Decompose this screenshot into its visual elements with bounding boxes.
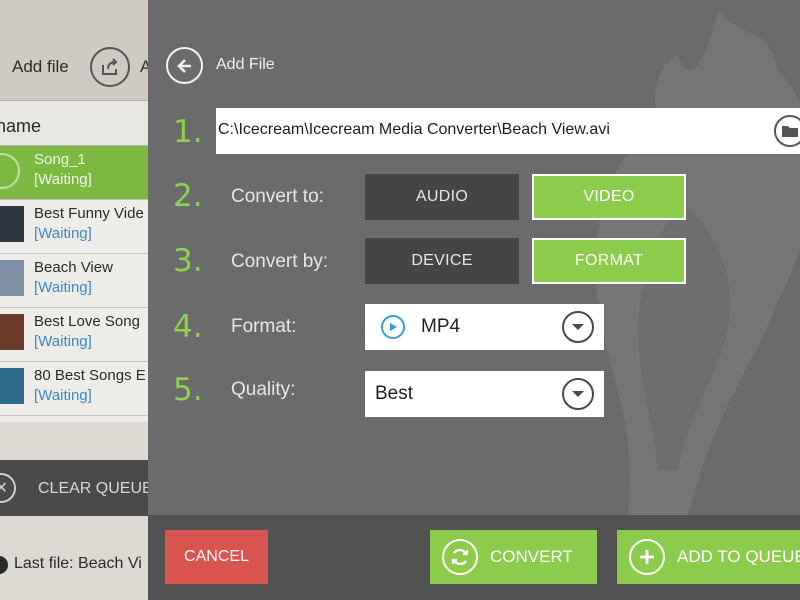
- list-item[interactable]: Best Funny Vide [Waiting]: [0, 200, 148, 254]
- close-icon: ✕: [0, 473, 16, 503]
- refresh-icon: [442, 539, 478, 575]
- file-status: [Waiting]: [34, 171, 92, 188]
- step-number-2: 2.: [173, 178, 203, 214]
- file-name: Best Funny Vide: [34, 205, 144, 222]
- file-status: [Waiting]: [34, 225, 92, 242]
- clear-queue-button[interactable]: ✕ CLEAR QUEUE: [0, 460, 148, 516]
- convert-by-device-button[interactable]: DEVICE: [365, 238, 519, 284]
- folder-icon: [782, 126, 798, 137]
- convert-by-format-button[interactable]: FORMAT: [532, 238, 686, 284]
- list-item[interactable]: Best Love Song [Waiting]: [0, 308, 148, 362]
- file-status: [Waiting]: [34, 387, 92, 404]
- chevron-down-icon[interactable]: [562, 311, 594, 343]
- list-item[interactable]: Song_1 [Waiting]: [0, 146, 148, 200]
- video-thumbnail: [0, 314, 24, 350]
- format-label: Format:: [231, 316, 297, 337]
- last-file-text: Last file: Beach Vi: [14, 555, 142, 572]
- dialog-title: Add File: [216, 56, 275, 73]
- step-number-1: 1.: [173, 114, 203, 150]
- file-list-header: name: [0, 100, 148, 146]
- background-add-file-button[interactable]: Add file: [12, 57, 69, 77]
- column-header-name: name: [0, 116, 42, 136]
- background-toolbar: Add file A: [0, 0, 148, 100]
- share-icon[interactable]: [90, 47, 130, 87]
- dialog-action-bar: CANCEL CONVERT ADD TO QUEUE: [148, 515, 800, 600]
- convert-to-label: Convert to:: [231, 186, 324, 207]
- clear-queue-label: CLEAR QUEUE: [38, 480, 148, 497]
- file-status: [Waiting]: [34, 333, 92, 350]
- file-path-field[interactable]: C:\Icecream\Icecream Media Converter\Bea…: [216, 108, 800, 154]
- back-button[interactable]: [166, 47, 203, 84]
- play-icon: [381, 315, 405, 339]
- video-thumbnail: [0, 206, 24, 242]
- step-number-3: 3.: [173, 243, 203, 279]
- convert-label: CONVERT: [490, 547, 573, 566]
- quality-label: Quality:: [231, 379, 296, 400]
- list-item[interactable]: Beach View [Waiting]: [0, 254, 148, 308]
- step-number-5: 5.: [173, 372, 203, 408]
- file-name: Beach View: [34, 259, 113, 276]
- format-value: MP4: [421, 316, 461, 337]
- file-name: 80 Best Songs E: [34, 367, 146, 384]
- file-name: Best Love Song: [34, 313, 140, 330]
- convert-button[interactable]: CONVERT: [430, 530, 597, 584]
- list-item[interactable]: 80 Best Songs E [Waiting]: [0, 362, 148, 416]
- chevron-down-icon[interactable]: [562, 378, 594, 410]
- video-thumbnail: [0, 368, 24, 404]
- background-app-panel: Add file A name Song_1 [Waiting] Best Fu…: [0, 0, 148, 600]
- file-list: Song_1 [Waiting] Best Funny Vide [Waitin…: [0, 146, 148, 422]
- background-toolbar-label: A: [140, 57, 148, 76]
- convert-by-label: Convert by:: [231, 251, 329, 272]
- plus-icon: [629, 539, 665, 575]
- file-status: [Waiting]: [34, 279, 92, 296]
- quality-value: Best: [375, 383, 414, 404]
- browse-folder-button[interactable]: [774, 115, 800, 147]
- back-arrow-icon: [176, 58, 191, 73]
- info-icon: [0, 556, 8, 574]
- convert-to-audio-button[interactable]: AUDIO: [365, 174, 519, 220]
- video-thumbnail: [0, 260, 24, 296]
- cancel-button[interactable]: CANCEL: [165, 530, 268, 584]
- quality-select[interactable]: Best: [365, 371, 604, 417]
- add-to-queue-button[interactable]: ADD TO QUEUE: [617, 530, 800, 584]
- add-to-queue-label: ADD TO QUEUE: [677, 547, 800, 566]
- add-file-dialog: Add File 1. C:\Icecream\Icecream Media C…: [148, 0, 800, 515]
- format-select[interactable]: MP4: [365, 304, 604, 350]
- convert-to-video-button[interactable]: VIDEO: [532, 174, 686, 220]
- music-note-icon: [0, 153, 20, 189]
- file-name: Song_1: [34, 151, 86, 168]
- last-file-bar: Last file: Beach Vi: [0, 516, 148, 600]
- file-path-text: C:\Icecream\Icecream Media Converter\Bea…: [218, 121, 610, 138]
- step-number-4: 4.: [173, 309, 203, 345]
